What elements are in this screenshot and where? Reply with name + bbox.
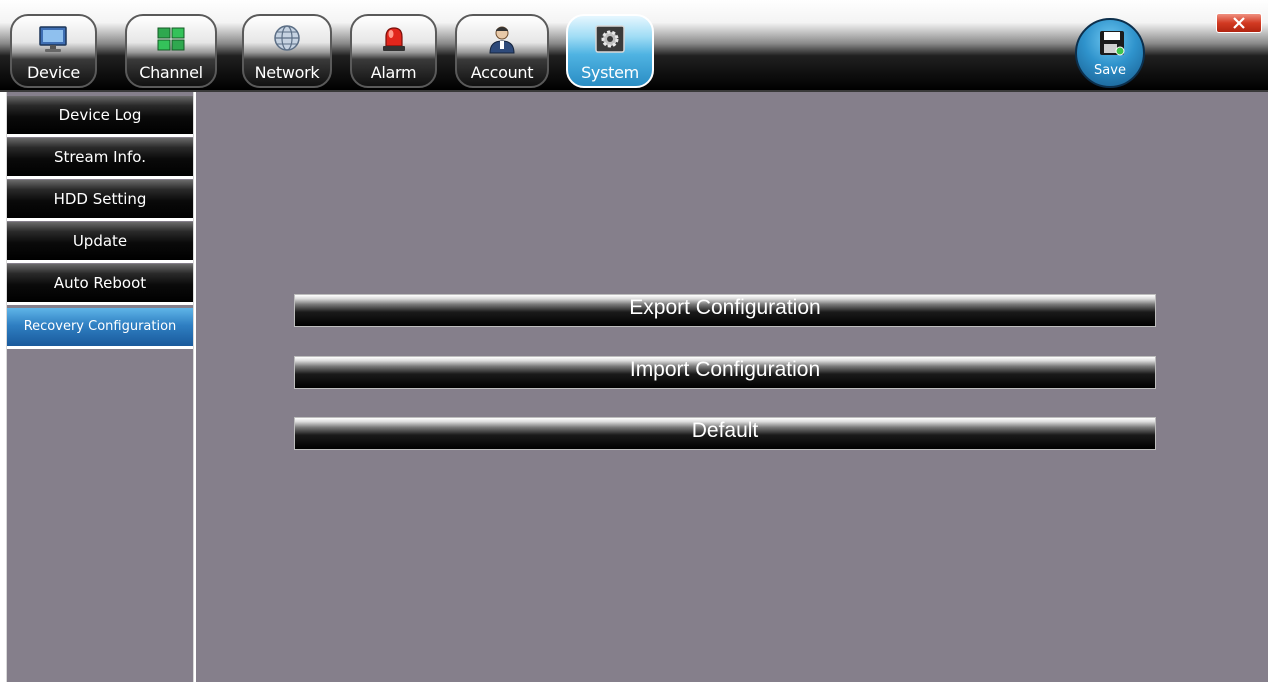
save-label: Save (1094, 63, 1126, 78)
close-icon (1233, 17, 1245, 29)
tab-alarm[interactable]: Alarm (350, 14, 437, 88)
grid-icon (157, 27, 185, 51)
user-icon (489, 26, 515, 54)
gear-icon (595, 25, 625, 53)
export-configuration-button[interactable]: Export Configuration (294, 294, 1156, 327)
top-toolbar: Device Channel Network Alarm Account Sys… (0, 0, 1268, 92)
sidebar-item-stream-info[interactable]: Stream Info. (7, 138, 193, 179)
sidebar-item-hdd-setting[interactable]: HDD Setting (7, 180, 193, 221)
tab-channel[interactable]: Channel (125, 14, 217, 88)
app-window: Device Channel Network Alarm Account Sys… (0, 0, 1268, 682)
close-button[interactable] (1216, 13, 1262, 33)
sidebar: Device Log Stream Info. HDD Setting Upda… (0, 92, 196, 682)
tab-system[interactable]: System (566, 14, 654, 88)
sidebar-item-auto-reboot[interactable]: Auto Reboot (7, 264, 193, 305)
sidebar-item-device-log[interactable]: Device Log (7, 96, 193, 137)
tab-label: Channel (139, 63, 203, 82)
tab-label: Account (470, 63, 534, 82)
sidebar-item-update[interactable]: Update (7, 222, 193, 263)
globe-icon (274, 25, 300, 51)
sidebar-panel: Device Log Stream Info. HDD Setting Upda… (6, 92, 194, 682)
tab-label: Device (27, 63, 80, 82)
tab-account[interactable]: Account (455, 14, 549, 88)
monitor-icon (38, 26, 67, 52)
tab-network[interactable]: Network (242, 14, 332, 88)
siren-icon (382, 27, 405, 51)
tab-label: System (581, 63, 639, 82)
save-button[interactable]: Save (1075, 18, 1145, 88)
main-panel: Export Configuration Import Configuratio… (196, 92, 1268, 682)
default-button[interactable]: Default (294, 417, 1156, 450)
floppy-disk-icon (1100, 31, 1125, 56)
tab-label: Alarm (370, 63, 417, 82)
tab-device[interactable]: Device (10, 14, 97, 88)
import-configuration-button[interactable]: Import Configuration (294, 356, 1156, 389)
tab-label: Network (254, 63, 320, 82)
sidebar-item-recovery-configuration[interactable]: Recovery Configuration (7, 308, 193, 349)
